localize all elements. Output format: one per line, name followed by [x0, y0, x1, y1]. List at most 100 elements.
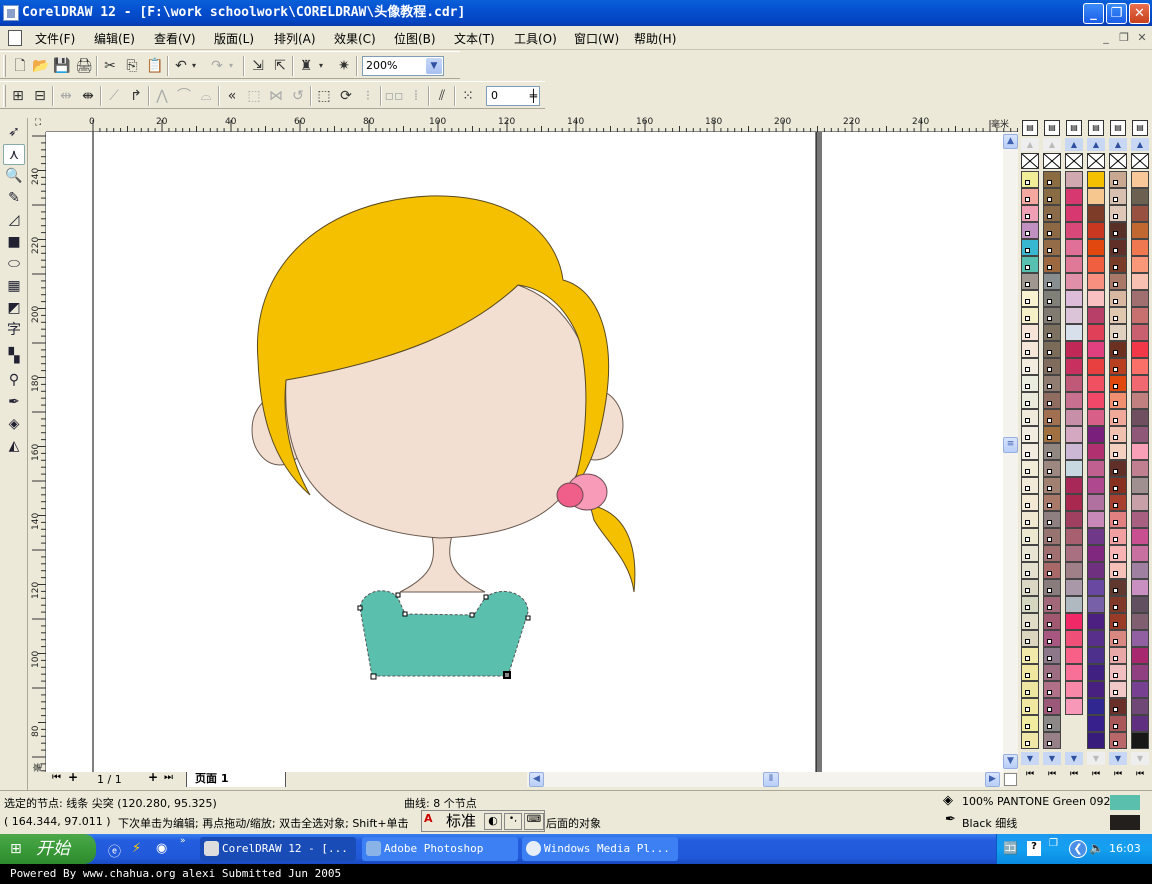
doc-minimize-button[interactable]: _: [1098, 31, 1114, 45]
color-swatch[interactable]: [1043, 358, 1061, 375]
palette-first-button[interactable]: ⏮: [1065, 768, 1083, 781]
color-swatch[interactable]: [1087, 630, 1105, 647]
color-swatch[interactable]: [1131, 460, 1149, 477]
color-swatch[interactable]: [1065, 307, 1083, 324]
color-swatch[interactable]: [1043, 273, 1061, 290]
color-swatch[interactable]: [1109, 579, 1127, 596]
menu-tools[interactable]: 工具(O): [514, 30, 557, 47]
color-swatch[interactable]: [1087, 324, 1105, 341]
select-all-nodes-icon[interactable]: ⁙: [458, 86, 478, 106]
ellipse-tool[interactable]: ⬭: [3, 254, 25, 275]
color-swatch[interactable]: [1065, 613, 1083, 630]
color-swatch[interactable]: [1131, 545, 1149, 562]
color-swatch[interactable]: [1109, 613, 1127, 630]
ie-quicklaunch-icon[interactable]: ⓔ: [108, 841, 121, 860]
color-swatch[interactable]: [1131, 256, 1149, 273]
color-swatch[interactable]: [1021, 443, 1039, 460]
color-swatch[interactable]: [1021, 511, 1039, 528]
color-swatch[interactable]: [1109, 409, 1127, 426]
color-swatch[interactable]: [1109, 477, 1127, 494]
close-button[interactable]: ✕: [1129, 3, 1150, 24]
color-swatch[interactable]: [1065, 647, 1083, 664]
color-swatch[interactable]: [1021, 358, 1039, 375]
horizontal-scroll-thumb[interactable]: ⦀: [763, 772, 779, 787]
color-swatch[interactable]: [1131, 290, 1149, 307]
color-swatch[interactable]: [1021, 460, 1039, 477]
no-color-swatch[interactable]: [1021, 153, 1039, 169]
copy-icon[interactable]: ⎘: [122, 56, 142, 76]
open-icon[interactable]: 📂: [31, 56, 51, 76]
color-swatch[interactable]: [1131, 205, 1149, 222]
color-swatch[interactable]: [1065, 375, 1083, 392]
color-swatch[interactable]: [1131, 596, 1149, 613]
color-swatch[interactable]: [1087, 613, 1105, 630]
export-icon[interactable]: ⇱: [270, 56, 290, 76]
color-swatch[interactable]: [1131, 613, 1149, 630]
color-swatch[interactable]: [1043, 409, 1061, 426]
color-swatch[interactable]: [1109, 273, 1127, 290]
color-swatch[interactable]: [1021, 613, 1039, 630]
outline-color-swatch[interactable]: [1110, 815, 1140, 830]
doc-close-button[interactable]: ✕: [1134, 31, 1150, 45]
color-docker-toggle[interactable]: [1004, 773, 1017, 786]
color-swatch[interactable]: [1043, 562, 1061, 579]
color-swatch[interactable]: [1043, 647, 1061, 664]
color-swatch[interactable]: [1087, 494, 1105, 511]
color-swatch[interactable]: [1021, 290, 1039, 307]
color-swatch[interactable]: [1087, 290, 1105, 307]
color-swatch[interactable]: [1021, 188, 1039, 205]
minimize-button[interactable]: _: [1083, 3, 1104, 24]
no-color-swatch[interactable]: [1065, 153, 1083, 169]
neck[interactable]: [399, 534, 486, 593]
ime-tray-icon[interactable]: 🈁: [1003, 841, 1018, 855]
color-swatch[interactable]: [1021, 715, 1039, 732]
color-swatch[interactable]: [1131, 630, 1149, 647]
palette-scroll-up-button[interactable]: ▲: [1043, 138, 1061, 151]
color-swatch[interactable]: [1065, 528, 1083, 545]
color-swatch[interactable]: [1087, 511, 1105, 528]
color-swatch[interactable]: [1131, 222, 1149, 239]
color-swatch[interactable]: [1021, 273, 1039, 290]
color-swatch[interactable]: [1065, 341, 1083, 358]
first-page-button[interactable]: ⏮: [52, 772, 61, 783]
color-swatch[interactable]: [1021, 392, 1039, 409]
elastic-mode-icon[interactable]: ⫽: [432, 86, 452, 106]
color-swatch[interactable]: [1109, 630, 1127, 647]
node-handle[interactable]: [370, 673, 377, 680]
color-swatch[interactable]: [1131, 664, 1149, 681]
palette-options-icon[interactable]: ▤: [1132, 120, 1148, 136]
color-swatch[interactable]: [1087, 698, 1105, 715]
color-swatch[interactable]: [1109, 307, 1127, 324]
color-swatch[interactable]: [1131, 528, 1149, 545]
color-swatch[interactable]: [1065, 273, 1083, 290]
color-swatch[interactable]: [1065, 511, 1083, 528]
color-swatch[interactable]: [1043, 528, 1061, 545]
menu-layout[interactable]: 版面(L): [214, 30, 254, 47]
import-icon[interactable]: ⇲: [248, 56, 268, 76]
add-page-after-button[interactable]: +: [148, 770, 158, 784]
color-swatch[interactable]: [1065, 239, 1083, 256]
color-swatch[interactable]: [1109, 239, 1127, 256]
break-curve-icon[interactable]: ⇼: [78, 86, 98, 106]
color-swatch[interactable]: [1131, 579, 1149, 596]
color-swatch[interactable]: [1131, 392, 1149, 409]
paste-icon[interactable]: 📋: [145, 56, 165, 76]
stretch-nodes-icon[interactable]: ⬚: [314, 86, 334, 106]
color-swatch[interactable]: [1087, 528, 1105, 545]
last-page-button[interactable]: ⏭: [164, 772, 173, 783]
color-swatch[interactable]: [1043, 426, 1061, 443]
undo-dropdown-icon[interactable]: ▾: [189, 56, 199, 76]
doc-restore-button[interactable]: ❐: [1116, 31, 1132, 45]
color-swatch[interactable]: [1087, 392, 1105, 409]
color-swatch[interactable]: [1065, 630, 1083, 647]
color-swatch[interactable]: [1087, 443, 1105, 460]
outline-tool[interactable]: ✒: [3, 392, 25, 413]
color-swatch[interactable]: [1043, 324, 1061, 341]
pick-tool[interactable]: ➶: [3, 122, 25, 143]
color-swatch[interactable]: [1021, 664, 1039, 681]
color-swatch[interactable]: [1043, 341, 1061, 358]
color-swatch[interactable]: [1109, 562, 1127, 579]
palette-options-icon[interactable]: ▤: [1044, 120, 1060, 136]
no-color-swatch[interactable]: [1109, 153, 1127, 169]
color-swatch[interactable]: [1131, 375, 1149, 392]
